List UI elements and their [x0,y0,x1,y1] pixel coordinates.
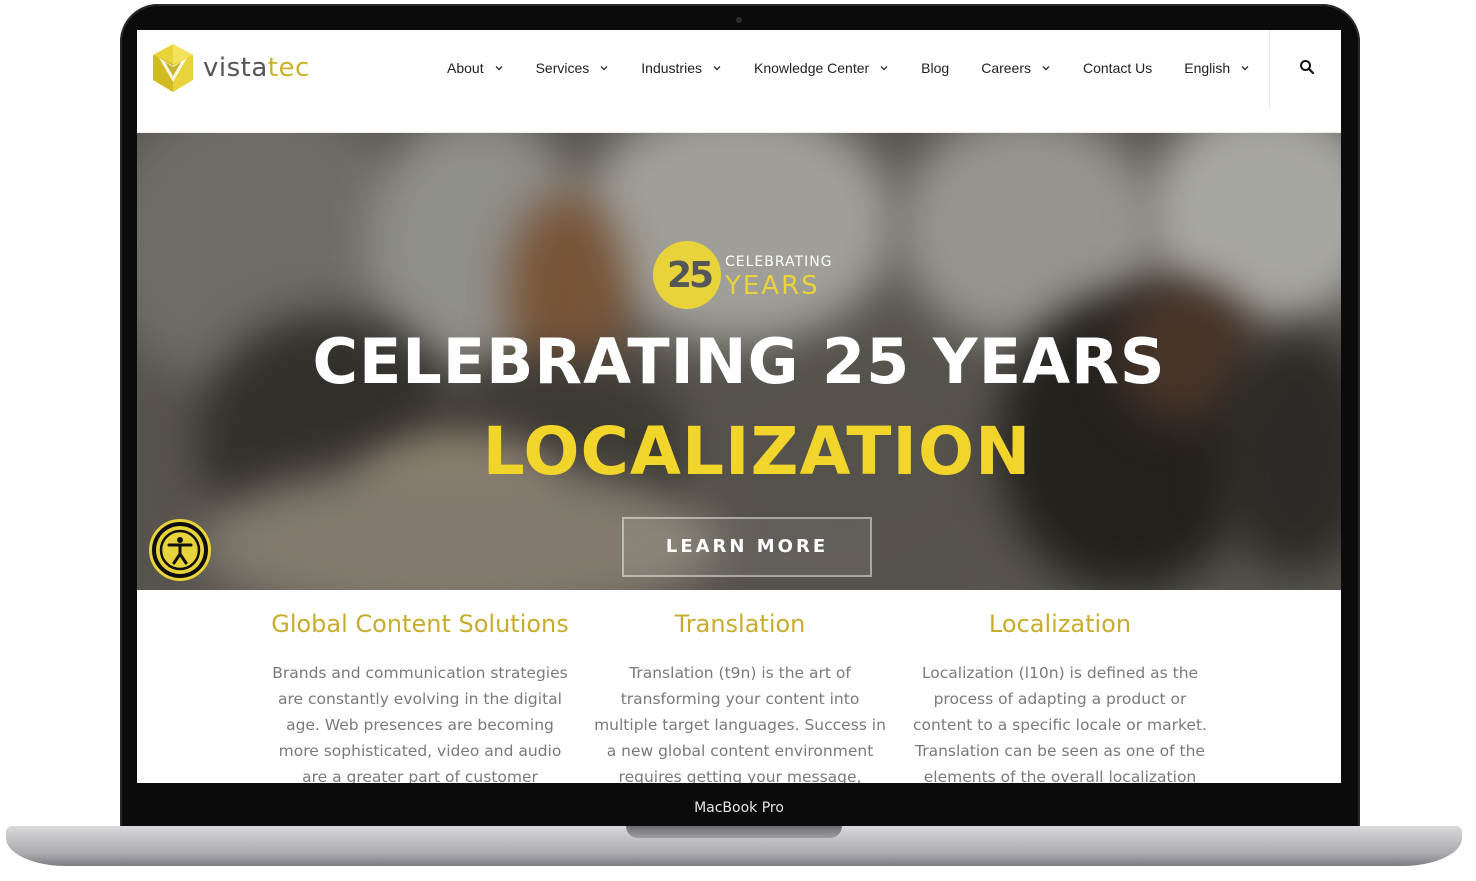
column-title[interactable]: Localization [910,610,1210,638]
chevron-down-icon [1042,65,1050,70]
site-logo[interactable]: vistatec [149,42,310,94]
nav-item-blog[interactable]: Blog [921,60,949,76]
chevron-down-icon [713,65,721,70]
site-header: vistatec About Services Industries Knowl… [137,30,1341,133]
column-text: Translation (t9n) is the art of transfor… [594,664,886,783]
search-icon[interactable] [1299,59,1315,75]
chevron-down-icon [1241,65,1249,70]
badge-number: 25 [667,255,714,296]
laptop-base-notch [626,826,842,838]
accessibility-icon-bg [156,526,204,574]
nav-item-contact-us[interactable]: Contact Us [1083,60,1152,76]
chevron-down-icon [880,65,888,70]
browser-viewport: vistatec About Services Industries Knowl… [137,30,1341,783]
nav-item-about[interactable]: About [447,60,504,76]
learn-more-button[interactable]: LEARN MORE [622,517,872,577]
anniversary-badge: 25 CELEBRATING YEARS [653,241,833,317]
hero-subtitle: LOCALIZATION [482,413,1032,490]
badge-bottom-text: YEARS [725,271,820,301]
service-column-translation: Translation Translation (t9n) is the art… [590,610,890,783]
column-text: Brands and communication strategies are … [272,664,568,783]
hero-banner: 25 CELEBRATING YEARS CELEBRATING 25 YEAR… [137,133,1341,590]
nav-item-services[interactable]: Services [536,60,610,76]
column-title[interactable]: Translation [590,610,890,638]
language-selector[interactable]: English [1184,60,1250,76]
device-label: MacBook Pro [137,783,1341,827]
column-title[interactable]: Global Content Solutions [270,610,570,638]
column-text: Localization (l10n) is defined as the pr… [913,664,1207,783]
chevron-down-icon [600,65,608,70]
badge-top-text: CELEBRATING [725,254,833,270]
service-column-localization: Localization Localization (l10n) is defi… [910,610,1210,783]
service-column-global-content: Global Content Solutions Brands and comm… [270,610,570,783]
nav-item-knowledge-center[interactable]: Knowledge Center [754,60,889,76]
vistatec-logo-icon [153,44,193,92]
accessibility-button[interactable] [149,519,211,581]
nav-divider [1269,30,1270,110]
hero-title: CELEBRATING 25 YEARS [312,325,1166,398]
chevron-down-icon [495,65,503,70]
services-section: Global Content Solutions Brands and comm… [137,590,1341,783]
nav-item-careers[interactable]: Careers [981,60,1051,76]
main-nav: About Services Industries Knowledge Cent… [447,30,1282,105]
logo-wordmark: vistatec [203,53,310,83]
nav-item-industries[interactable]: Industries [641,60,722,76]
camera-icon [736,17,742,23]
accessibility-icon [159,529,201,571]
